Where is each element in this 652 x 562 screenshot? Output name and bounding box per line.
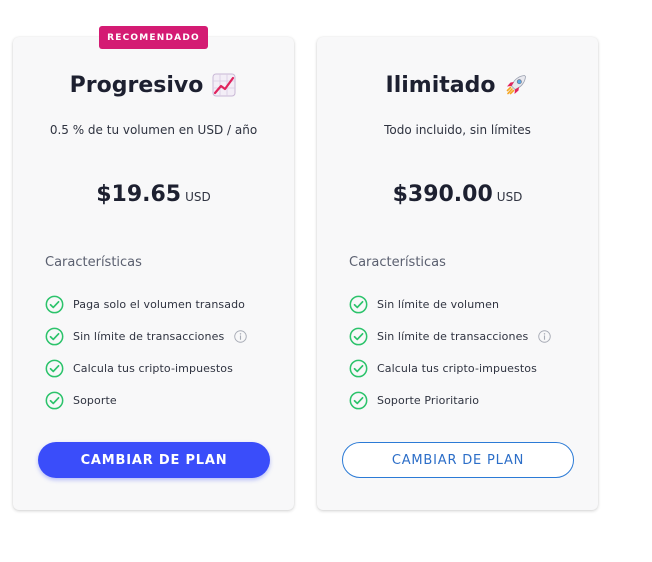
feature-label: Sin límite de transacciones [377, 329, 529, 343]
rocket-icon [507, 75, 527, 95]
feature-label: Sin límite de transacciones [73, 329, 225, 343]
feature-label: Calcula tus cripto-impuestos [73, 361, 233, 375]
check-circle-icon [45, 391, 64, 409]
check-circle-icon [349, 327, 368, 345]
check-circle-icon [349, 295, 368, 313]
feature-item: Paga solo el volumen transado [45, 288, 284, 320]
features-list: Paga solo el volumen transado Sin límite… [45, 288, 284, 416]
feature-item: Sin límite de transacciones [45, 320, 284, 352]
plan-name: Progresivo [69, 72, 204, 98]
feature-item: Calcula tus cripto-impuestos [349, 352, 588, 384]
plan-price: $390.00 USD [317, 182, 598, 207]
feature-item: Soporte Prioritario [349, 384, 588, 416]
plan-subtitle: 0.5 % de tu volumen en USD / año [49, 123, 258, 137]
feature-item: Sin límite de volumen [349, 288, 588, 320]
plan-card-progresivo: RECOMENDADO Progresivo 0.5 % de tu volum… [13, 26, 294, 510]
info-icon[interactable] [538, 329, 552, 343]
feature-label: Soporte [73, 393, 117, 407]
feature-item: Calcula tus cripto-impuestos [45, 352, 284, 384]
recommended-badge: RECOMENDADO [99, 26, 208, 49]
features-heading: Características [349, 255, 446, 270]
plan-title-row: Progresivo [13, 72, 294, 98]
feature-item: Soporte [45, 384, 284, 416]
feature-label: Soporte Prioritario [377, 393, 480, 407]
check-circle-icon [349, 359, 368, 377]
plan-name: Ilimitado [385, 72, 496, 98]
feature-label: Sin límite de volumen [377, 297, 500, 311]
features-heading: Características [45, 255, 142, 270]
features-list: Sin límite de volumen Sin límite de tran… [349, 288, 588, 416]
price-currency: USD [185, 190, 211, 204]
feature-item: Sin límite de transacciones [349, 320, 588, 352]
price-amount: $19.65 [96, 182, 182, 207]
plan-price: $19.65 USD [13, 182, 294, 207]
feature-label: Calcula tus cripto-impuestos [377, 361, 537, 375]
change-plan-button[interactable]: CAMBIAR DE PLAN [38, 442, 270, 478]
plan-subtitle: Todo incluido, sin límites [384, 123, 531, 137]
plan-title-row: Ilimitado [317, 72, 598, 98]
change-plan-button[interactable]: CAMBIAR DE PLAN [342, 442, 574, 478]
check-circle-icon [45, 327, 64, 345]
plan-card-ilimitado: Ilimitado Todo incluido, sin límites $39… [317, 37, 598, 510]
price-currency: USD [496, 190, 523, 204]
check-circle-icon [45, 359, 64, 377]
price-amount: $390.00 [392, 182, 493, 207]
check-circle-icon [45, 295, 64, 313]
feature-label: Paga solo el volumen transado [73, 297, 246, 311]
chart-increasing-icon [212, 73, 236, 97]
check-circle-icon [349, 391, 368, 409]
info-icon[interactable] [234, 329, 248, 343]
